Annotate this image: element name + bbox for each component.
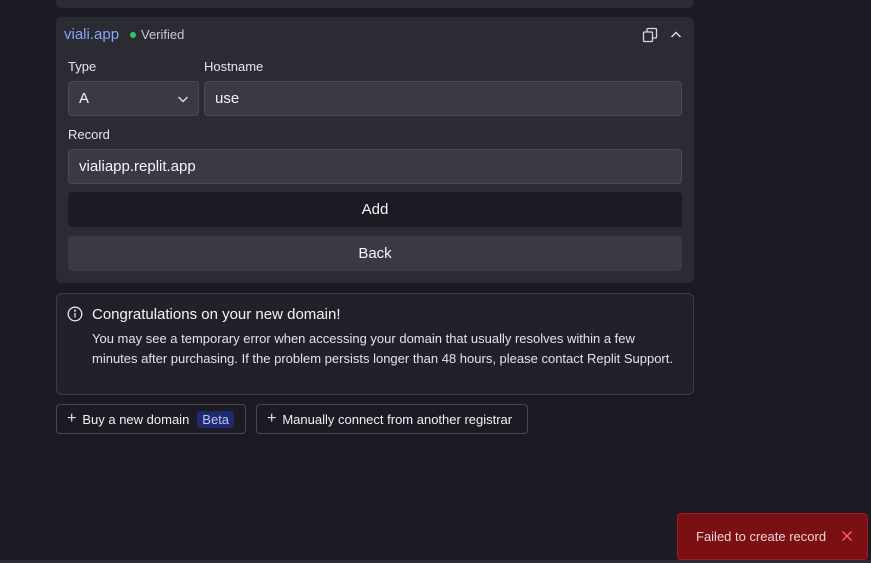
domain-card: viali.app Verified Type Hostname A use R… (56, 17, 694, 283)
type-select[interactable]: A (68, 81, 199, 116)
toast-message: Failed to create record (696, 529, 827, 544)
chevron-up-icon[interactable] (667, 26, 685, 44)
manually-connect-label: Manually connect from another registrar (282, 411, 513, 427)
verified-dot-icon (130, 31, 136, 38)
chevron-down-icon (177, 96, 189, 103)
hostname-input[interactable]: use (204, 81, 682, 116)
hostname-input-value: use (215, 90, 240, 107)
buy-new-domain-label: Buy a new domain (82, 411, 190, 427)
record-input[interactable]: vialiapp.replit.app (68, 149, 682, 184)
info-title: Congratulations on your new domain! (92, 306, 341, 323)
error-toast: Failed to create record (677, 513, 868, 560)
beta-badge: Beta (197, 410, 235, 428)
verified-label: Verified (141, 27, 185, 42)
info-body: You may see a temporary error when acces… (92, 331, 673, 366)
back-button[interactable]: Back (68, 236, 682, 271)
add-button[interactable]: Add (68, 192, 682, 227)
verified-badge: Verified (130, 27, 184, 42)
record-label: Record (68, 127, 110, 142)
buy-new-domain-button[interactable]: + Buy a new domain Beta (56, 404, 246, 434)
previous-domain-card (56, 0, 694, 8)
copy-icon[interactable] (641, 26, 659, 44)
hostname-label: Hostname (204, 59, 264, 74)
info-callout: Congratulations on your new domain! You … (56, 293, 694, 395)
info-icon (67, 306, 83, 322)
type-label: Type (68, 59, 97, 74)
type-select-value: A (79, 90, 90, 107)
plus-icon: + (67, 410, 77, 427)
record-input-value: vialiapp.replit.app (79, 158, 196, 175)
domain-name-link[interactable]: viali.app (64, 26, 119, 43)
close-icon[interactable] (841, 530, 853, 542)
plus-icon: + (267, 410, 277, 427)
manually-connect-button[interactable]: + Manually connect from another registra… (256, 404, 528, 434)
